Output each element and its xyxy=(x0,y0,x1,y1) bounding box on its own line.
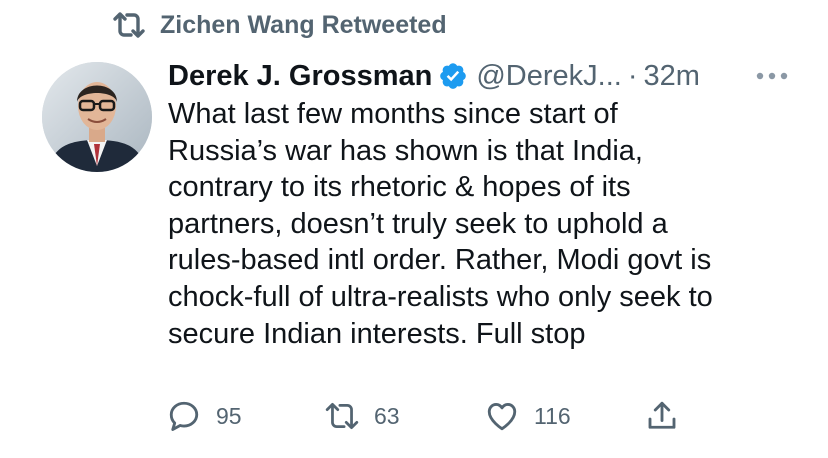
retweet-icon xyxy=(325,402,359,430)
like-heart-icon xyxy=(487,403,517,431)
retweet-banner: Zichen Wang Retweeted xyxy=(112,10,447,40)
more-dots-icon xyxy=(756,72,788,80)
like-count: 116 xyxy=(534,402,571,429)
display-name[interactable]: Derek J. Grossman xyxy=(168,56,432,96)
retweet-icon xyxy=(113,12,145,38)
avatar[interactable] xyxy=(42,62,152,172)
retweet-button[interactable]: 63 xyxy=(324,398,400,434)
share-button[interactable] xyxy=(644,398,680,434)
user-handle[interactable]: @DerekJ... xyxy=(476,56,621,96)
reply-icon xyxy=(169,401,199,431)
timestamp[interactable]: 32m xyxy=(644,56,700,96)
retweet-count: 63 xyxy=(374,402,400,429)
reply-count: 95 xyxy=(216,402,242,429)
avatar-image xyxy=(42,62,152,172)
more-options-button[interactable] xyxy=(752,56,792,96)
share-icon xyxy=(648,401,676,429)
reply-button[interactable]: 95 xyxy=(166,398,242,434)
verified-badge-icon xyxy=(440,63,467,89)
tweet-text: What last few months since start of Russ… xyxy=(168,98,713,350)
retweeted-by-label[interactable]: Zichen Wang Retweeted xyxy=(160,11,447,40)
separator-dot: · xyxy=(627,60,638,92)
like-button[interactable]: 116 xyxy=(484,398,571,434)
action-bar: 95 63 116 xyxy=(166,398,686,438)
tweet-header: Derek J. Grossman @DerekJ... · 32m xyxy=(168,56,700,96)
